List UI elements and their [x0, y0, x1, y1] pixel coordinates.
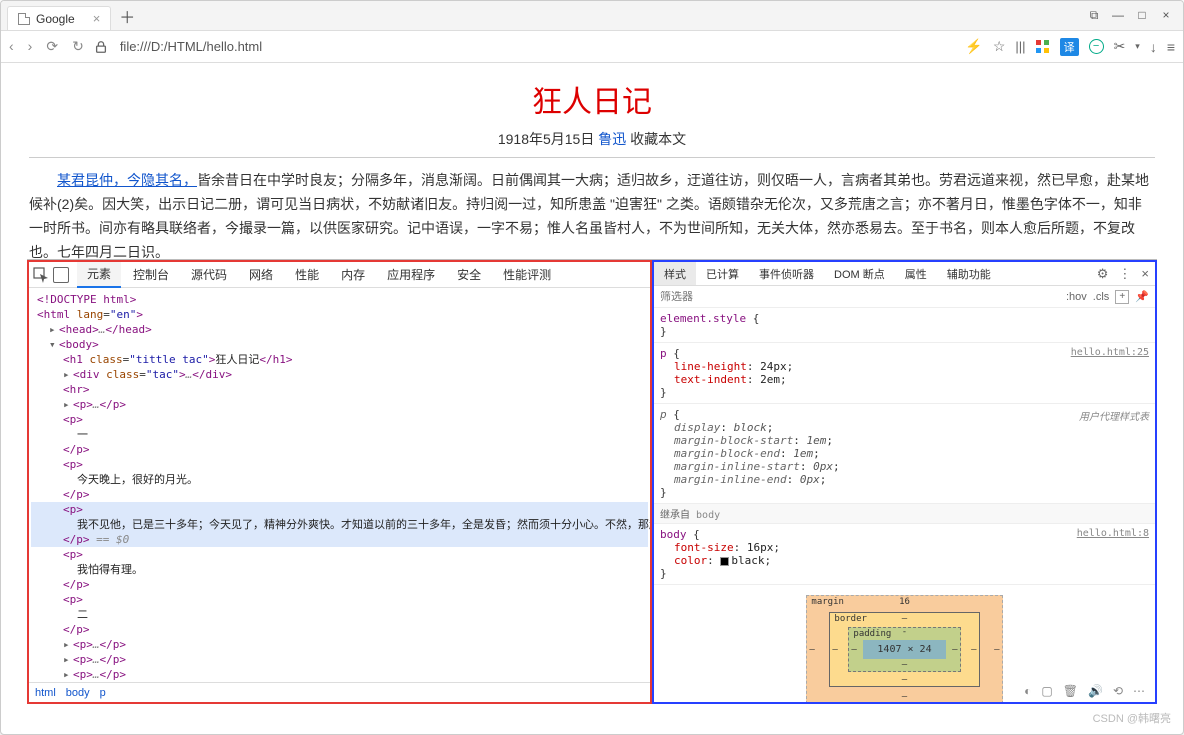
page-icon — [18, 13, 30, 25]
subtab-dom-breakpoints[interactable]: DOM 断点 — [824, 262, 895, 285]
refresh-icon[interactable]: ⟲ — [1113, 684, 1123, 698]
menu-icon[interactable]: ≡ — [1167, 39, 1175, 55]
tab-memory[interactable]: 内存 — [331, 262, 375, 287]
dom-breadcrumb[interactable]: html body p — [29, 682, 650, 702]
element-picker-icon[interactable] — [33, 267, 49, 283]
shadow-icon[interactable]: ▢ — [1041, 684, 1052, 698]
more-icon[interactable]: ⋯ — [1133, 684, 1145, 698]
source-link[interactable]: hello.html:8 — [1077, 528, 1149, 539]
nav-back-icon[interactable]: ‹ — [9, 38, 14, 55]
styles-subtabs: 样式 已计算 事件侦听器 DOM 断点 属性 辅助功能 — [654, 262, 1155, 286]
lock-icon[interactable] — [94, 40, 106, 54]
hov-toggle[interactable]: :hov — [1066, 291, 1087, 303]
page-subtitle: 1918年5月15日 鲁迅 收藏本文 — [29, 129, 1155, 149]
nav-forward-icon[interactable]: › — [28, 38, 33, 55]
styles-filter-row: :hov .cls + 📌 — [654, 286, 1155, 308]
intro-link[interactable]: 某君昆仲，今隐其名， — [57, 172, 197, 188]
new-tab-button[interactable]: ＋ — [111, 4, 143, 28]
tab-application[interactable]: 应用程序 — [377, 262, 445, 287]
styles-rules[interactable]: element.style { } hello.html:25 p { line… — [654, 308, 1155, 702]
browser-tab-row: Google × ＋ ⧉ — □ × — [1, 1, 1183, 31]
styles-filter-input[interactable] — [660, 291, 1060, 303]
devtools-elements-panel: 元素 控制台 源代码 网络 性能 内存 应用程序 安全 性能评测 <!DOCTY… — [27, 260, 652, 704]
devtools-tabs: 元素 控制台 源代码 网络 性能 内存 应用程序 安全 性能评测 — [29, 262, 650, 288]
devtools-styles-panel: ⚙ ⋮ × 样式 已计算 事件侦听器 DOM 断点 属性 辅助功能 :hov .… — [652, 260, 1157, 704]
source-link[interactable]: hello.html:25 — [1071, 347, 1149, 358]
flash-icon[interactable]: ⚡ — [965, 38, 982, 55]
tab-elements[interactable]: 元素 — [77, 261, 121, 288]
subtab-styles[interactable]: 样式 — [654, 262, 696, 285]
translate-badge[interactable]: 译 — [1060, 38, 1079, 56]
browser-tab[interactable]: Google × — [7, 6, 111, 30]
tab-audits[interactable]: 性能评测 — [493, 262, 561, 287]
history-icon[interactable]: ||| — [1015, 39, 1025, 54]
window-close-icon[interactable]: × — [1159, 8, 1173, 23]
tab-sources[interactable]: 源代码 — [181, 262, 237, 287]
window-maximize-icon[interactable]: □ — [1135, 8, 1149, 23]
adblock-icon[interactable]: − — [1089, 39, 1104, 54]
paragraph: 某君昆仲，今隐其名，皆余昔日在中学时良友；分隔多年，消息渐阔。日前偶闻其一大病；… — [29, 168, 1155, 264]
page-title: 狂人日记 — [29, 77, 1155, 121]
page-content: 狂人日记 1918年5月15日 鲁迅 收藏本文 某君昆仲，今隐其名，皆余昔日在中… — [1, 63, 1183, 270]
subtab-accessibility[interactable]: 辅助功能 — [937, 262, 1001, 285]
divider — [29, 157, 1155, 158]
tab-security[interactable]: 安全 — [447, 262, 491, 287]
tab-title: Google — [36, 12, 75, 26]
subtab-properties[interactable]: 属性 — [895, 262, 937, 285]
nav-reload-icon[interactable]: ⟳ — [46, 38, 58, 55]
author-link[interactable]: 鲁迅 — [598, 131, 626, 147]
subtab-listeners[interactable]: 事件侦听器 — [749, 262, 824, 285]
audio-icon[interactable]: 🔊 — [1088, 684, 1103, 698]
download-icon[interactable]: ↓ — [1150, 39, 1157, 55]
url-input[interactable] — [116, 35, 956, 58]
scissors-icon[interactable]: ✂ — [1114, 38, 1126, 55]
delete-icon[interactable]: 🗑 — [1063, 684, 1078, 698]
tab-performance[interactable]: 性能 — [285, 262, 329, 287]
cls-toggle[interactable]: .cls — [1093, 291, 1110, 303]
tab-close-icon[interactable]: × — [93, 11, 101, 26]
kebab-icon[interactable]: ⋮ — [1118, 266, 1131, 282]
new-rule-button[interactable]: + — [1115, 290, 1129, 304]
gear-icon[interactable]: ⚙ — [1097, 266, 1109, 282]
dom-tree[interactable]: <!DOCTYPE html> <html lang="en"> <head>…… — [29, 288, 650, 682]
pin-icon[interactable]: 📌 — [1135, 290, 1149, 303]
nav-loop-icon[interactable]: ↻ — [72, 38, 84, 55]
tab-network[interactable]: 网络 — [239, 262, 283, 287]
url-bar: ‹ › ⟳ ↻ ⚡ ☆ ||| 译 − ✂ ▾ ↓ ≡ — [1, 31, 1183, 63]
devtools: 元素 控制台 源代码 网络 性能 内存 应用程序 安全 性能评测 <!DOCTY… — [27, 259, 1157, 704]
window-popout-icon[interactable]: ⧉ — [1087, 8, 1101, 23]
device-toggle-icon[interactable] — [53, 267, 69, 283]
close-panel-icon[interactable]: × — [1141, 266, 1149, 282]
window-controls: ⧉ — □ × — [1087, 8, 1183, 23]
contrast-icon[interactable]: ◐ — [1024, 684, 1031, 698]
grid-apps-icon[interactable] — [1036, 40, 1050, 54]
subtab-computed[interactable]: 已计算 — [696, 262, 749, 285]
window-minimize-icon[interactable]: — — [1111, 8, 1125, 23]
tab-console[interactable]: 控制台 — [123, 262, 179, 287]
watermark: CSDN @韩曙亮 — [1093, 710, 1171, 726]
star-icon[interactable]: ☆ — [993, 38, 1006, 55]
styles-bottom-icons: ◐ ▢ 🗑 🔊 ⟲ ⋯ — [1024, 684, 1145, 698]
chevron-down-icon[interactable]: ▾ — [1135, 41, 1140, 52]
